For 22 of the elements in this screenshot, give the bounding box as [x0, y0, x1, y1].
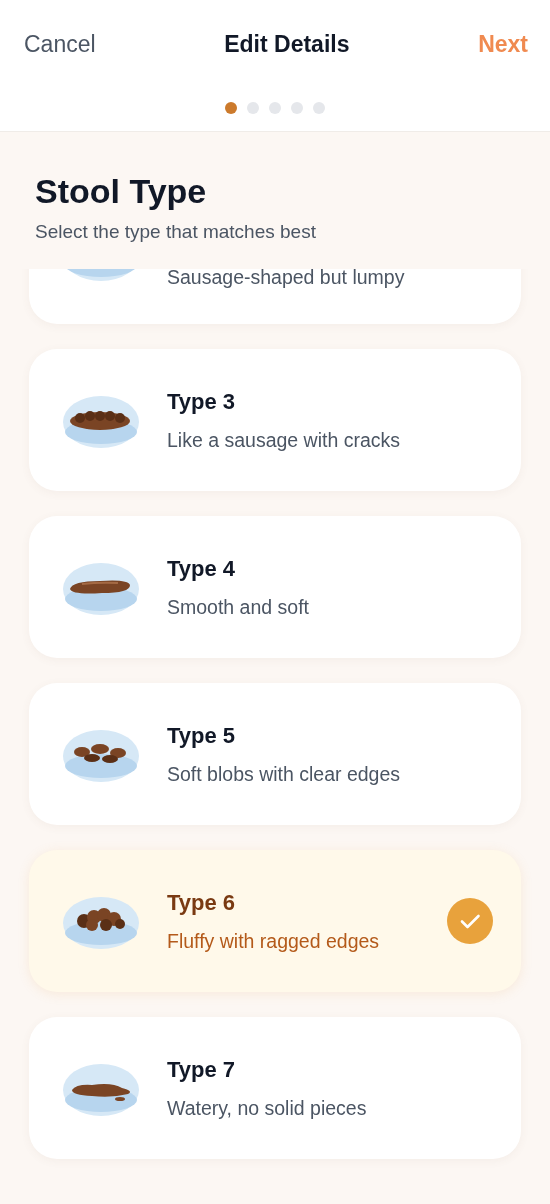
stool-type-option[interactable]: Type 3 Like a sausage with cracks: [29, 349, 521, 491]
option-description: Fluffy with ragged edges: [167, 929, 381, 953]
option-title: Type 3: [167, 388, 237, 415]
option-description: Soft blobs with clear edges: [167, 762, 402, 786]
option-title: Type 5: [167, 722, 237, 749]
stool-type-option[interactable]: Type 4 Smooth and soft: [29, 516, 521, 658]
screen-title: Edit Details: [224, 30, 350, 58]
stool-type-option[interactable]: Type 7 Watery, no solid pieces: [29, 1017, 521, 1159]
stool-type-option[interactable]: Type 6 Fluffy with ragged edges: [29, 850, 521, 992]
option-title: Type 7: [167, 1056, 237, 1083]
cancel-button[interactable]: Cancel: [24, 30, 96, 58]
checkmark-icon: [447, 898, 493, 944]
stool-type-option[interactable]: Sausage-shaped but lumpy: [29, 269, 521, 324]
option-description: Like a sausage with cracks: [167, 428, 402, 452]
option-description: Watery, no solid pieces: [167, 1096, 368, 1120]
option-title: Type 6: [167, 889, 237, 916]
section-title: Stool Type: [35, 172, 208, 211]
section-subtitle: Select the type that matches best: [35, 221, 317, 243]
stool-type-option[interactable]: Type 5 Soft blobs with clear edges: [29, 683, 521, 825]
option-description: Smooth and soft: [167, 595, 310, 619]
option-title: Type 4: [167, 555, 237, 582]
option-description: Sausage-shaped but lumpy: [167, 269, 406, 289]
